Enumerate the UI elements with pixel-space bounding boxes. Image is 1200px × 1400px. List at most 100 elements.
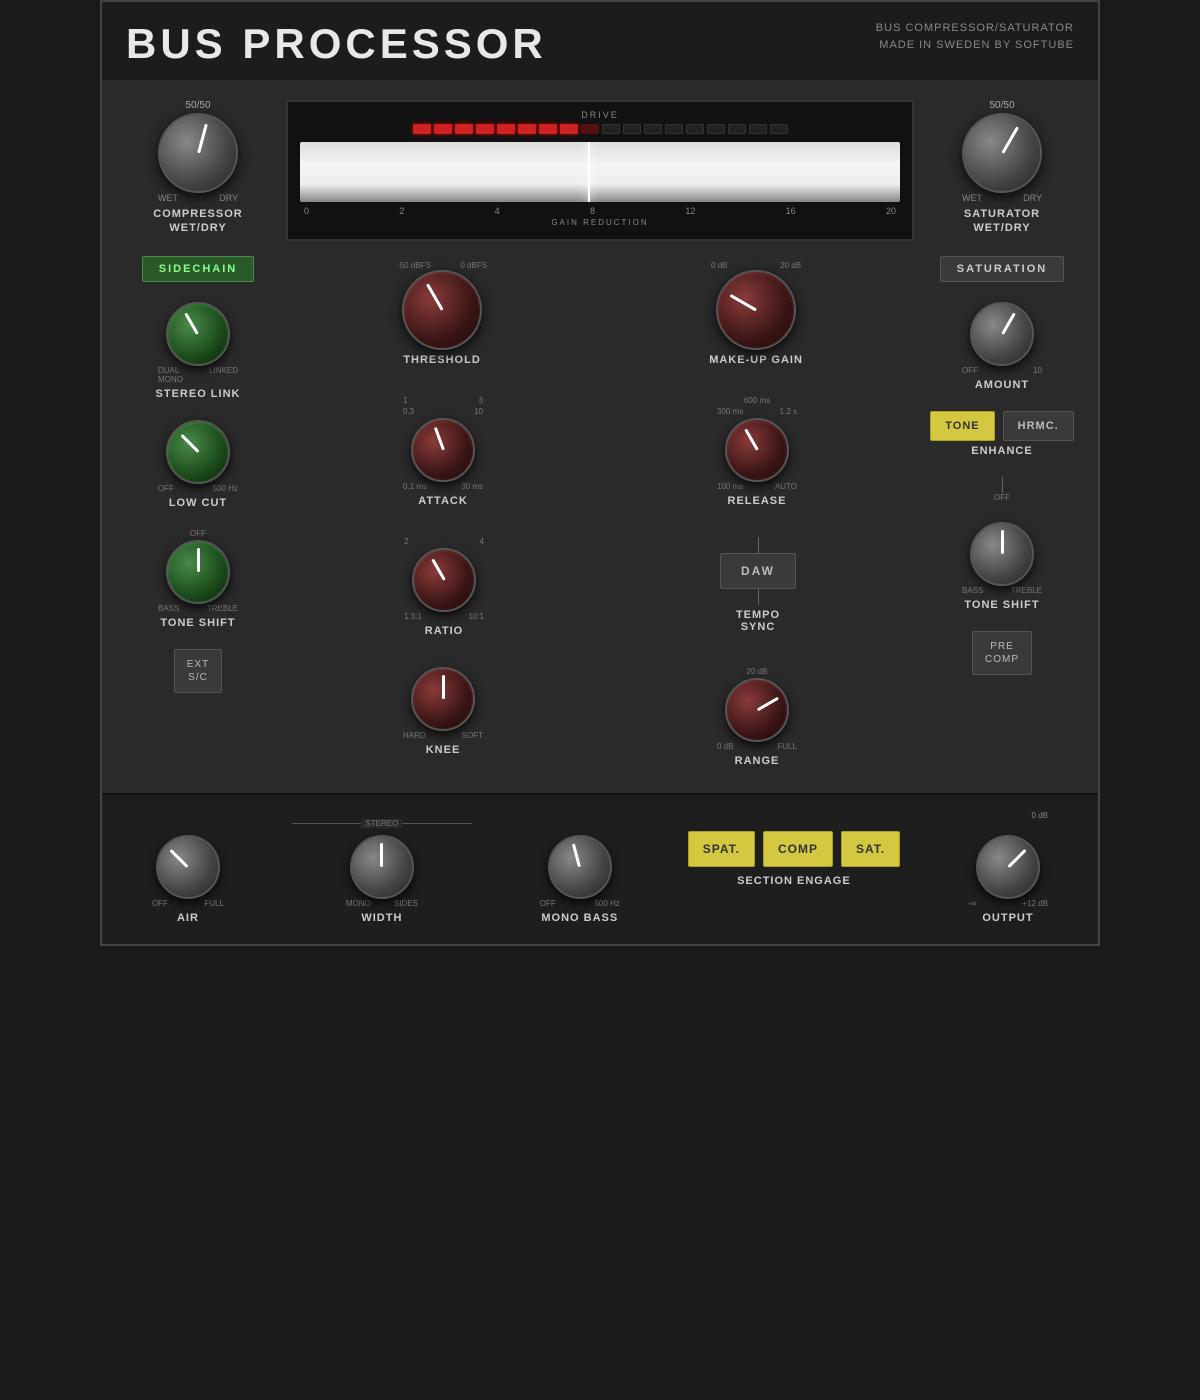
left-tone-shift-knob[interactable]: [166, 540, 230, 604]
sidechain-button[interactable]: SIDECHAIN: [142, 256, 255, 282]
makeup-gain-section: 0 dB 20 dB MAKE-UP GAIN: [709, 261, 803, 366]
led-2: [434, 124, 452, 134]
comp-wet-dry-label: COMPRESSOR WET/DRY: [153, 207, 242, 236]
attack-release-row: 1 3 0.3 10 0.1 ms 30 ms ATTACK: [286, 386, 914, 517]
led-9: [581, 124, 599, 134]
low-cut-label: LOW CUT: [169, 497, 227, 509]
gr-tick-12: 12: [685, 206, 695, 216]
wet-dry-labels: WET DRY: [158, 193, 238, 203]
air-knob[interactable]: [156, 835, 220, 899]
release-range: 100 ms AUTO: [717, 482, 797, 491]
gr-tick-8: 8: [590, 206, 595, 216]
left-tone-shift-section: OFF BASS TREBLE TONE SHIFT: [158, 529, 238, 629]
stereo-link-label: STEREO LINK: [156, 388, 241, 400]
output-label: OUTPUT: [982, 912, 1033, 924]
comp-wet-dry-knob[interactable]: [158, 113, 238, 193]
range-knob[interactable]: [725, 678, 789, 742]
low-cut-indicator: [180, 434, 199, 453]
release-label: RELEASE: [728, 495, 787, 507]
comp-button[interactable]: COMP: [763, 831, 833, 867]
saturation-button[interactable]: SATURATION: [940, 256, 1064, 282]
led-5: [497, 124, 515, 134]
ratio-knob[interactable]: [412, 548, 476, 612]
tempo-sync-connector-bottom: [758, 589, 759, 605]
led-4: [476, 124, 494, 134]
gr-scale: 0 2 4 8 12 16 20: [300, 206, 900, 216]
sat-wet-dry-knob[interactable]: [962, 113, 1042, 193]
release-indicator: [744, 428, 759, 450]
left-tone-shift-indicator: [197, 548, 200, 572]
plugin-container: BUS PROCESSOR BUS COMPRESSOR/SATURATOR M…: [100, 0, 1100, 946]
led-11: [623, 124, 641, 134]
drive-leds: [300, 124, 900, 134]
pre-comp-button[interactable]: PRE COMP: [972, 631, 1032, 675]
spat-button[interactable]: SPAT.: [688, 831, 755, 867]
low-cut-knob[interactable]: [166, 420, 230, 484]
comp-wet-dry-value: 50/50: [185, 100, 210, 111]
range-indicator: [756, 697, 778, 712]
attack-inner-scale: 1 3: [403, 396, 483, 405]
tone-button[interactable]: TONE: [930, 411, 994, 441]
sat-button[interactable]: SAT.: [841, 831, 900, 867]
gr-tick-2: 2: [399, 206, 404, 216]
amount-knob[interactable]: [970, 302, 1034, 366]
stereo-link-knob[interactable]: [166, 302, 230, 366]
gr-needle: [588, 142, 590, 202]
knee-section: HARD SOFT KNEE: [403, 667, 483, 756]
makeup-gain-label: MAKE-UP GAIN: [709, 354, 803, 366]
comp-wet-dry-section: 50/50 WET DRY COMPRESSOR WET/DRY: [153, 100, 242, 236]
gr-tick-0: 0: [304, 206, 309, 216]
left-tone-off-label: OFF: [190, 529, 206, 538]
air-section: OFF FULL AIR: [152, 811, 224, 924]
ext-sc-button[interactable]: EXT S/C: [174, 649, 222, 693]
amount-section: OFF 10 AMOUNT: [962, 302, 1042, 391]
center-panel: DRIVE: [286, 100, 914, 777]
pre-comp-off-label: OFF: [994, 493, 1010, 502]
air-label: AIR: [177, 912, 199, 924]
threshold-label: THRESHOLD: [403, 354, 480, 366]
makeup-gain-indicator: [729, 294, 757, 312]
hrmc-button[interactable]: HRMC.: [1003, 411, 1074, 441]
drive-label: DRIVE: [300, 110, 900, 120]
section-engage-buttons: SPAT. COMP SAT.: [688, 831, 900, 867]
attack-label: ATTACK: [418, 495, 468, 507]
attack-knob[interactable]: [411, 418, 475, 482]
section-engage-label: SECTION ENGAGE: [737, 875, 851, 887]
led-16: [728, 124, 746, 134]
width-knob[interactable]: [350, 835, 414, 899]
gr-tick-16: 16: [786, 206, 796, 216]
mono-bass-knob[interactable]: [548, 835, 612, 899]
led-13: [665, 124, 683, 134]
output-knob[interactable]: [976, 835, 1040, 899]
width-range: MONO SIDES: [346, 899, 418, 908]
ratio-section: 2 4 1.3:1 10:1 RATIO: [404, 537, 484, 637]
pre-comp-line-top: [1002, 477, 1003, 493]
led-18: [770, 124, 788, 134]
release-knob[interactable]: [725, 418, 789, 482]
knee-knob[interactable]: [411, 667, 475, 731]
led-12: [644, 124, 662, 134]
right-panel: 50/50 WET DRY SATURATOR WET/DRY SATURATI…: [922, 100, 1082, 777]
ratio-inner-scale: 2 4: [404, 537, 484, 546]
release-mid-scale: 300 ms 1.2 s: [717, 407, 797, 416]
stereo-link-labels: DUAL MONO LINKED: [158, 366, 238, 384]
tempo-sync-label: TEMPO SYNC: [736, 609, 780, 633]
width-label: WIDTH: [361, 912, 402, 924]
mono-bass-section: OFF 500 Hz MONO BASS: [540, 811, 620, 924]
right-tone-shift-labels: BASS TREBLE: [962, 586, 1042, 595]
daw-button[interactable]: DAW: [720, 553, 796, 589]
width-indicator: [380, 843, 383, 867]
output-indicator: [1007, 849, 1026, 868]
ratio-tempo-row: 2 4 1.3:1 10:1 RATIO DAW: [286, 527, 914, 647]
mono-bass-indicator: [572, 843, 581, 867]
threshold-makeup-row: -50 dBFS 0 dBFS THRESHOLD 0 dB 20 dB: [286, 251, 914, 376]
bottom-panel: OFF FULL AIR STEREO MONO SIDES WIDTH: [102, 793, 1098, 944]
amount-label: AMOUNT: [975, 379, 1029, 391]
led-3: [455, 124, 473, 134]
gain-reduction-display: [300, 142, 900, 202]
release-section: 600 ms 300 ms 1.2 s 100 ms AUTO RELEASE: [717, 396, 797, 507]
right-tone-shift-knob[interactable]: [970, 522, 1034, 586]
threshold-knob[interactable]: [402, 270, 482, 350]
range-top-val: 20 dB: [747, 667, 768, 676]
makeup-gain-knob[interactable]: [716, 270, 796, 350]
